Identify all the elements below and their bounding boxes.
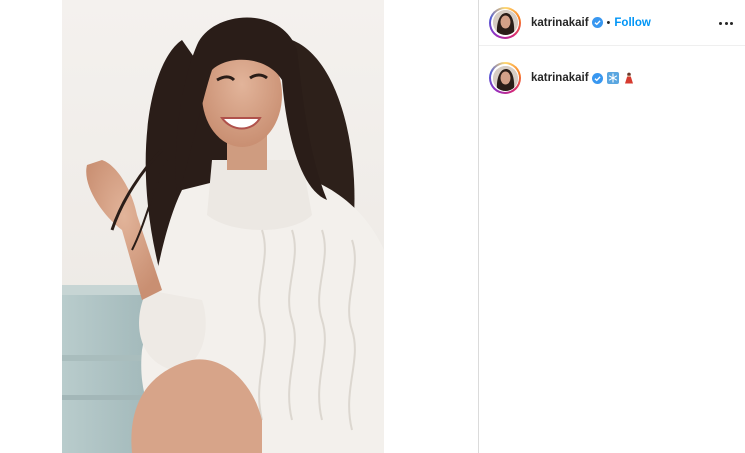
more-options-icon[interactable] (719, 16, 733, 30)
caption-avatar-image (492, 65, 518, 91)
caption: katrinakaif (479, 46, 745, 94)
follow-button[interactable]: Follow (614, 17, 650, 29)
post-photo[interactable] (62, 0, 384, 453)
verified-badge-icon (591, 17, 603, 28)
post-photo-illustration (62, 0, 384, 453)
post-sidebar: katrinakaif • Follow katrinakaif (479, 0, 745, 453)
avatar-illustration (492, 10, 518, 35)
snowflake-emoji-icon (606, 72, 619, 84)
username[interactable]: katrinakaif (531, 17, 589, 29)
media-panel (0, 0, 478, 453)
caption-verified-badge-icon (591, 72, 603, 84)
caption-avatar[interactable] (489, 62, 521, 94)
post-header: katrinakaif • Follow (479, 0, 745, 46)
avatar[interactable] (489, 6, 521, 39)
avatar-image (492, 10, 518, 35)
separator-dot: • (606, 16, 611, 29)
caption-avatar-illustration (492, 65, 518, 91)
caption-username[interactable]: katrinakaif (531, 72, 589, 84)
woman-in-dress-emoji-icon (624, 72, 633, 84)
